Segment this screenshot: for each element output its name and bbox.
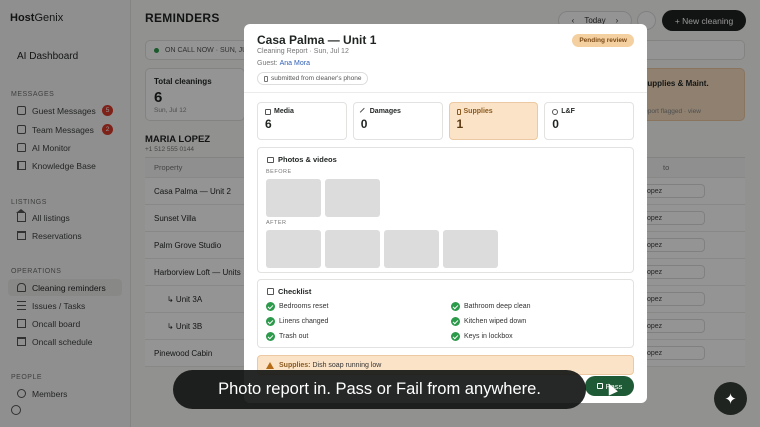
ai-sparkle-button[interactable]: ✦ <box>714 382 747 415</box>
after-photo-thumbnail[interactable] <box>266 230 321 268</box>
check-circle-icon <box>451 317 460 326</box>
after-label: AFTER <box>266 220 287 226</box>
stat-supplies[interactable]: Supplies 1 <box>448 102 539 140</box>
check-circle-icon <box>266 332 275 341</box>
before-label: BEFORE <box>266 169 292 175</box>
checklist-title: Checklist <box>267 287 311 296</box>
thumbs-up-icon <box>596 383 603 389</box>
camera-icon <box>267 156 274 163</box>
check-circle-icon <box>266 302 275 311</box>
checklist-icon <box>267 288 274 295</box>
phone-icon <box>264 75 268 82</box>
photo-icon <box>265 108 271 115</box>
search-icon <box>552 108 559 115</box>
checklist-section: Checklist Bedrooms reset Bathroom deep c… <box>257 279 634 348</box>
before-photo-thumbnail[interactable] <box>325 179 380 217</box>
checklist-item: Linens changed <box>266 317 328 326</box>
cleaning-report-modal: Casa Palma — Unit 1 Cleaning Report · Su… <box>244 24 647 403</box>
wrench-icon <box>359 107 368 116</box>
status-badge: Pending review <box>572 34 634 47</box>
warning-icon <box>266 361 274 369</box>
checklist-item: Bedrooms reset <box>266 302 328 311</box>
source-chip: submitted from cleaner's phone <box>257 72 369 85</box>
modal-subtitle: Cleaning Report · Sun, Jul 12 <box>257 48 349 55</box>
spray-bottle-icon <box>456 108 461 115</box>
after-photo-thumbnail[interactable] <box>384 230 439 268</box>
stat-damages[interactable]: Damages 0 <box>352 102 443 140</box>
sparkle-icon: ✦ <box>724 390 737 408</box>
after-photo-thumbnail[interactable] <box>325 230 380 268</box>
stat-media[interactable]: Media 6 <box>257 102 347 140</box>
caption-overlay: Photo report in. Pass or Fail from anywh… <box>173 370 586 409</box>
checklist-item: Kitchen wiped down <box>451 317 526 326</box>
guest-line: Guest: Ana Mora <box>257 60 310 67</box>
modal-title: Casa Palma — Unit 1 <box>257 33 377 47</box>
guest-name-link[interactable]: Ana Mora <box>280 60 310 67</box>
report-stats: Media 6 Damages 0 Supplies 1 L&F 0 <box>257 102 634 140</box>
check-circle-icon <box>451 332 460 341</box>
photos-title: Photos & videos <box>267 155 337 164</box>
after-photo-thumbnail[interactable] <box>443 230 498 268</box>
checklist-item: Bathroom deep clean <box>451 302 531 311</box>
checklist-item: Keys in lockbox <box>451 332 513 341</box>
photos-section: Photos & videos BEFORE AFTER <box>257 147 634 273</box>
checklist-item: Trash out <box>266 332 308 341</box>
check-circle-icon <box>451 302 460 311</box>
check-circle-icon <box>266 317 275 326</box>
modal-header: Casa Palma — Unit 1 Cleaning Report · Su… <box>244 24 647 93</box>
before-photo-thumbnail[interactable] <box>266 179 321 217</box>
stat-lost-found[interactable]: L&F 0 <box>544 102 634 140</box>
